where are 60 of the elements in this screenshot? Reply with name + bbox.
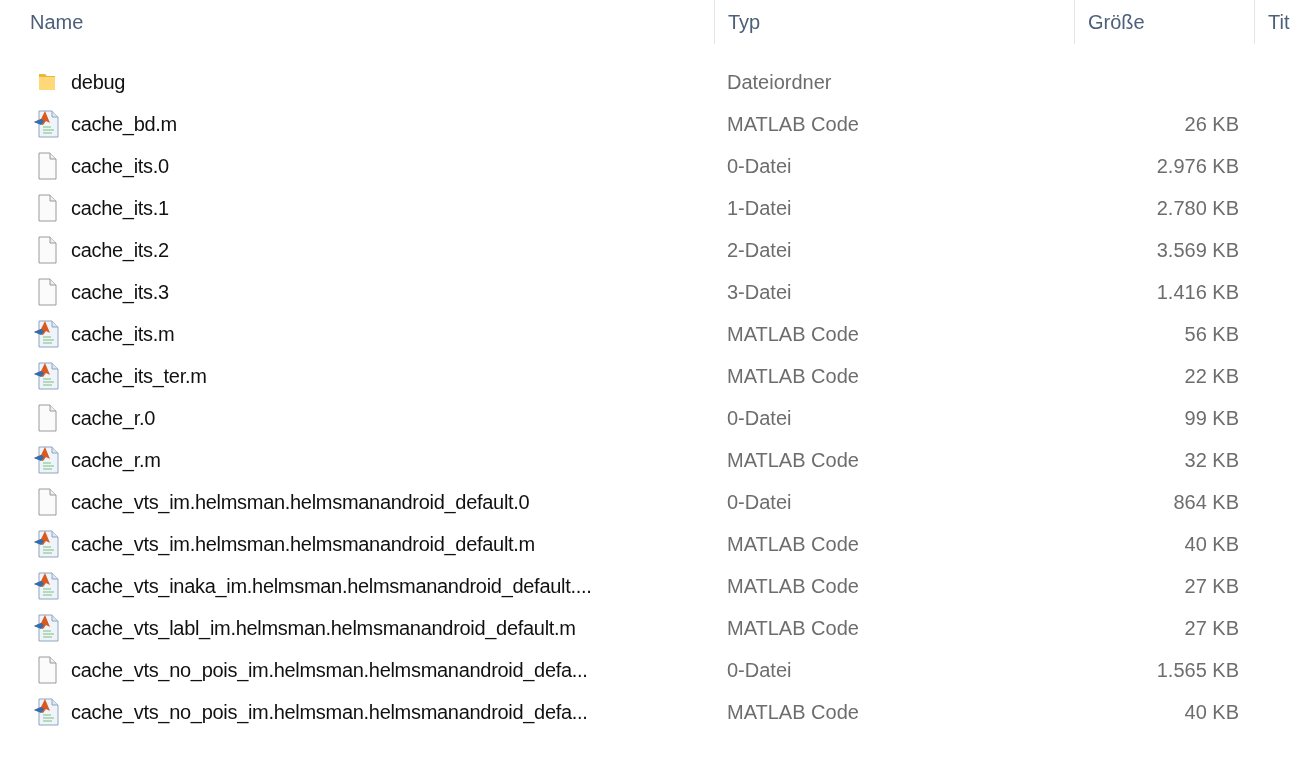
file-type: MATLAB Code [727,323,859,345]
file-size: 56 KB [1184,323,1239,345]
file-size: 2.780 KB [1156,197,1239,219]
file-type: 0-Datei [727,491,792,513]
file-type: MATLAB Code [727,575,859,597]
file-name[interactable]: cache_vts_no_pois_im.helmsman.helmsmanandroid_defa... [71,655,588,685]
file-size: 2.976 KB [1156,155,1239,177]
file-size: 27 KB [1184,617,1239,639]
file-name[interactable]: cache_its.3 [71,277,169,307]
file-name[interactable]: cache_vts_inaka_im.helmsman.helmsmanandroid_default.... [71,571,592,601]
file-type: 3-Datei [727,281,792,303]
matlab-file-icon [32,109,61,139]
file-type: 0-Datei [727,659,792,681]
matlab-file-icon [32,571,61,601]
file-type: Dateiordner [727,71,832,93]
file-name[interactable]: cache_vts_im.helmsman.helmsmanandroid_default.m [71,529,535,559]
file-type: 0-Datei [727,155,792,177]
file-size: 99 KB [1184,407,1239,429]
column-header[interactable]: Typ [728,7,761,37]
file-name[interactable]: cache_vts_im.helmsman.helmsmanandroid_default.0 [71,487,530,517]
file-size: 40 KB [1184,533,1239,555]
file-type: 2-Datei [727,239,792,261]
file-name[interactable]: cache_vts_labl_im.helmsman.helmsmanandroid_default.m [71,613,576,643]
file-name[interactable]: cache_its.1 [71,193,169,223]
column-header[interactable]: Name [30,7,84,37]
file-type: MATLAB Code [727,365,859,387]
matlab-file-icon [32,529,61,559]
file-name[interactable]: cache_bd.m [71,109,177,139]
file-type: MATLAB Code [727,113,859,135]
file-type: MATLAB Code [727,617,859,639]
matlab-file-icon [32,445,61,475]
file-type: MATLAB Code [727,449,859,471]
file-type: 1-Datei [727,197,792,219]
file-size: 1.416 KB [1156,281,1239,303]
file-size: 27 KB [1184,575,1239,597]
file-name[interactable]: cache_its.0 [71,151,169,181]
file-size: 1.565 KB [1156,659,1239,681]
column-header[interactable]: Tit [1268,7,1290,37]
file-size: 32 KB [1184,449,1239,471]
file-size: 22 KB [1184,365,1239,387]
file-type: MATLAB Code [727,533,859,555]
file-name[interactable]: cache_its.m [71,319,175,349]
column-header[interactable]: Größe [1088,7,1145,37]
file-name[interactable]: cache_r.0 [71,403,156,433]
file-name[interactable]: cache_its.2 [71,235,169,265]
file-name[interactable]: debug [71,67,126,97]
file-size: 40 KB [1184,701,1239,723]
file-name[interactable]: cache_vts_no_pois_im.helmsman.helmsmanandroid_defa... [71,697,588,727]
file-size: 864 KB [1173,491,1239,513]
file-size: 3.569 KB [1156,239,1239,261]
file-size: 26 KB [1184,113,1239,135]
folder-icon [36,71,57,93]
matlab-file-icon [32,319,61,349]
file-name[interactable]: cache_r.m [71,445,161,475]
file-type: MATLAB Code [727,701,859,723]
file-name[interactable]: cache_its_ter.m [71,361,207,391]
matlab-file-icon [32,697,61,727]
file-type: 0-Datei [727,407,792,429]
matlab-file-icon [32,613,61,643]
matlab-file-icon [32,361,61,391]
